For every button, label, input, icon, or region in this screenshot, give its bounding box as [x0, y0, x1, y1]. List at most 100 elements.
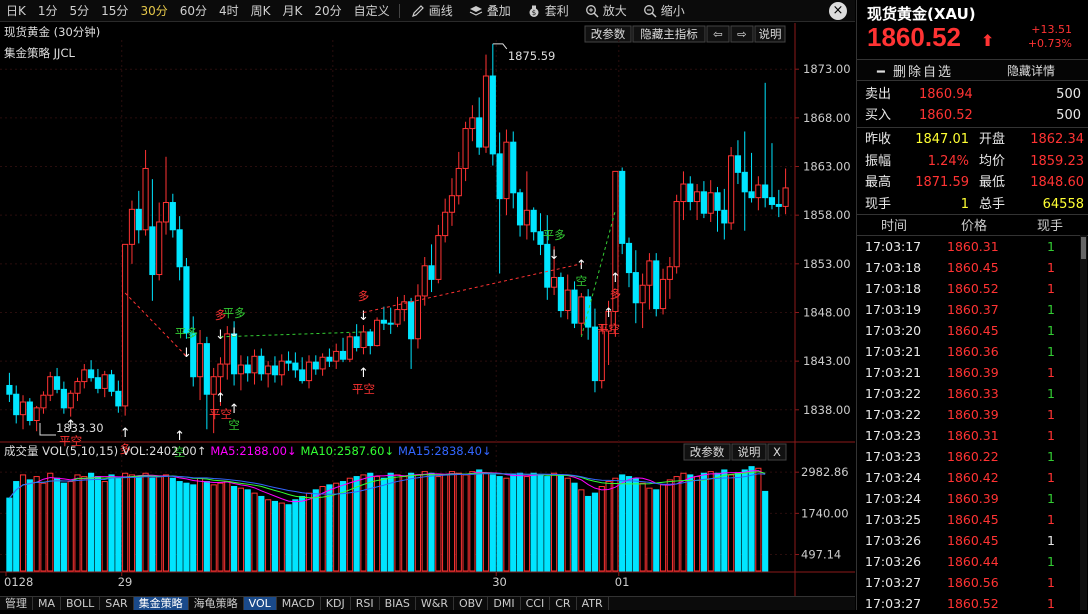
chart-title: 现货黄金 (30分钟): [4, 25, 100, 39]
candle-body: [687, 183, 694, 203]
tick-scrollbar[interactable]: [1080, 235, 1087, 610]
volume-bar: [244, 489, 251, 572]
period-3[interactable]: 15分: [95, 0, 134, 22]
tool-zoom-out-button[interactable]: 缩小: [635, 2, 693, 19]
tool-zoom-in-button[interactable]: 放大: [577, 2, 635, 19]
tick-row: 17:03:26 1860.45 1: [857, 530, 1082, 551]
period-0[interactable]: 日K: [0, 0, 32, 22]
indicator-tab-16[interactable]: ATR: [577, 597, 609, 610]
volume-button-2[interactable]: X: [767, 443, 787, 461]
tick-price: 1860.45: [947, 533, 999, 548]
volume-bar: [598, 486, 605, 572]
hide-details-button[interactable]: 隐藏详情: [973, 62, 1088, 79]
tool-moneybag-button[interactable]: $ 套利: [519, 2, 577, 19]
period-7[interactable]: 周K: [245, 0, 277, 22]
candle-body: [728, 155, 735, 224]
trading-app: 日K 1分 5分 15分 30分 60分 4时 周K 月K 20分 自定义 画线 叠加 $ 套利 放大 缩小 × …: [0, 0, 1088, 611]
chart-header-button-4[interactable]: 说明: [754, 25, 786, 43]
candle-body: [775, 203, 782, 207]
chart-header-button-1[interactable]: 隐藏主指标: [632, 25, 706, 43]
stat-label: 最高: [865, 175, 892, 190]
tick-volume: 1: [1047, 554, 1055, 569]
tick-price: 1860.39: [947, 491, 999, 506]
volume-bar: [700, 472, 707, 572]
tick-row: 17:03:22 1860.39 1: [857, 404, 1082, 425]
indicator-tab-11[interactable]: W&R: [416, 597, 454, 610]
indicator-tab-12[interactable]: OBV: [454, 597, 489, 610]
chart-header-button-3[interactable]: ⇨: [730, 25, 754, 43]
candle-body: [482, 75, 490, 148]
volume-button-0[interactable]: 改参数: [683, 443, 731, 461]
chart-header-button-2[interactable]: ⇦: [706, 25, 730, 43]
layers-icon: [469, 5, 482, 16]
volume-bar: [557, 474, 564, 572]
tick-header-volume: 现手: [1037, 219, 1064, 234]
candle-body: [26, 401, 33, 422]
period-6[interactable]: 4时: [213, 0, 245, 22]
tick-volume: 1: [1047, 428, 1055, 443]
toolbar-divider: [398, 3, 400, 18]
indicator-tab-7[interactable]: MACD: [277, 597, 321, 610]
kline-chart[interactable]: 现货黄金 (30分钟)集金策略 JJCL改参数 隐藏主指标 ⇦ ⇨ 说明1838.001…: [0, 23, 855, 596]
candle-body: [312, 361, 319, 370]
indicator-tab-2[interactable]: BOLL: [61, 597, 101, 610]
period-5[interactable]: 60分: [174, 0, 213, 22]
indicator-tab-0[interactable]: 管理: [0, 597, 33, 610]
volume-button-1[interactable]: 说明: [731, 443, 767, 461]
quote-panel: 现货黄金(XAU) 1860.52 ⬆ +13.51 +0.73% ━ 删除自选…: [856, 0, 1088, 611]
tick-row: 17:03:18 1860.52 1: [857, 278, 1082, 299]
tool-layers-button[interactable]: 叠加: [461, 2, 519, 19]
volume-bar: [285, 504, 292, 572]
period-8[interactable]: 月K: [277, 0, 309, 22]
candle-body: [74, 381, 81, 394]
tick-row: 17:03:17 1860.31 1: [857, 236, 1082, 257]
candle-body: [115, 390, 122, 407]
arrow-up-icon: ↑: [65, 418, 76, 433]
volume-bar: [687, 474, 694, 572]
period-10[interactable]: 自定义: [348, 0, 396, 22]
tick-price: 1860.45: [947, 323, 999, 338]
low-label: 1833.30: [56, 421, 104, 435]
volume-bar: [203, 481, 210, 572]
bid-row: 卖出 1860.94 500: [857, 84, 1088, 106]
indicator-tabs: 管理 MA BOLL SAR 集金策略 海龟策略 VOL MACD KDJ RSI BIAS W&R O…: [0, 596, 855, 610]
delete-favorite-button[interactable]: ━ 删除自选: [857, 61, 973, 80]
indicator-tab-15[interactable]: CR: [550, 597, 577, 610]
close-icon[interactable]: ×: [829, 2, 847, 20]
arrow-up-icon: ↑: [576, 258, 587, 273]
volume-bar: [162, 474, 170, 572]
candle-body: [721, 209, 728, 224]
volume-bar: [74, 474, 81, 572]
indicator-tab-6[interactable]: VOL: [243, 597, 277, 610]
indicator-tab-9[interactable]: RSI: [351, 597, 380, 610]
volume-bar: [156, 476, 163, 572]
period-4[interactable]: 30分: [134, 0, 173, 22]
indicator-tab-13[interactable]: DMI: [488, 597, 521, 610]
tick-price: 1860.22: [947, 449, 999, 464]
tick-row: 17:03:27 1860.52 1: [857, 593, 1082, 614]
tool-pencil-button[interactable]: 画线: [403, 2, 461, 19]
indicator-tab-4[interactable]: 集金策略: [133, 597, 189, 610]
period-2[interactable]: 5分: [64, 0, 96, 22]
indicator-tab-14[interactable]: CCI: [521, 597, 551, 610]
volume-bar: [13, 481, 20, 572]
tick-row: 17:03:18 1860.45 1: [857, 257, 1082, 278]
volume-bar: [271, 500, 279, 572]
tick-time: 17:03:23: [865, 428, 922, 443]
volume-bar: [523, 476, 530, 572]
indicator-tab-1[interactable]: MA: [33, 597, 62, 610]
volume-bar: [693, 476, 701, 572]
period-1[interactable]: 1分: [32, 0, 64, 22]
indicator-tab-3[interactable]: SAR: [100, 597, 134, 610]
scrollbar-thumb[interactable]: [1081, 237, 1086, 259]
volume-bar: [142, 472, 149, 572]
tool-label: 缩小: [660, 4, 685, 18]
indicator-tab-8[interactable]: KDJ: [321, 597, 351, 610]
volume-bar: [564, 477, 571, 572]
period-9[interactable]: 20分: [308, 0, 347, 22]
chart-header-button-0[interactable]: 改参数: [584, 25, 632, 43]
indicator-tab-10[interactable]: BIAS: [380, 597, 416, 610]
indicator-tab-5[interactable]: 海龟策略: [189, 597, 244, 610]
candle-body: [646, 260, 653, 286]
arrow-down-icon: ↓: [229, 326, 240, 341]
